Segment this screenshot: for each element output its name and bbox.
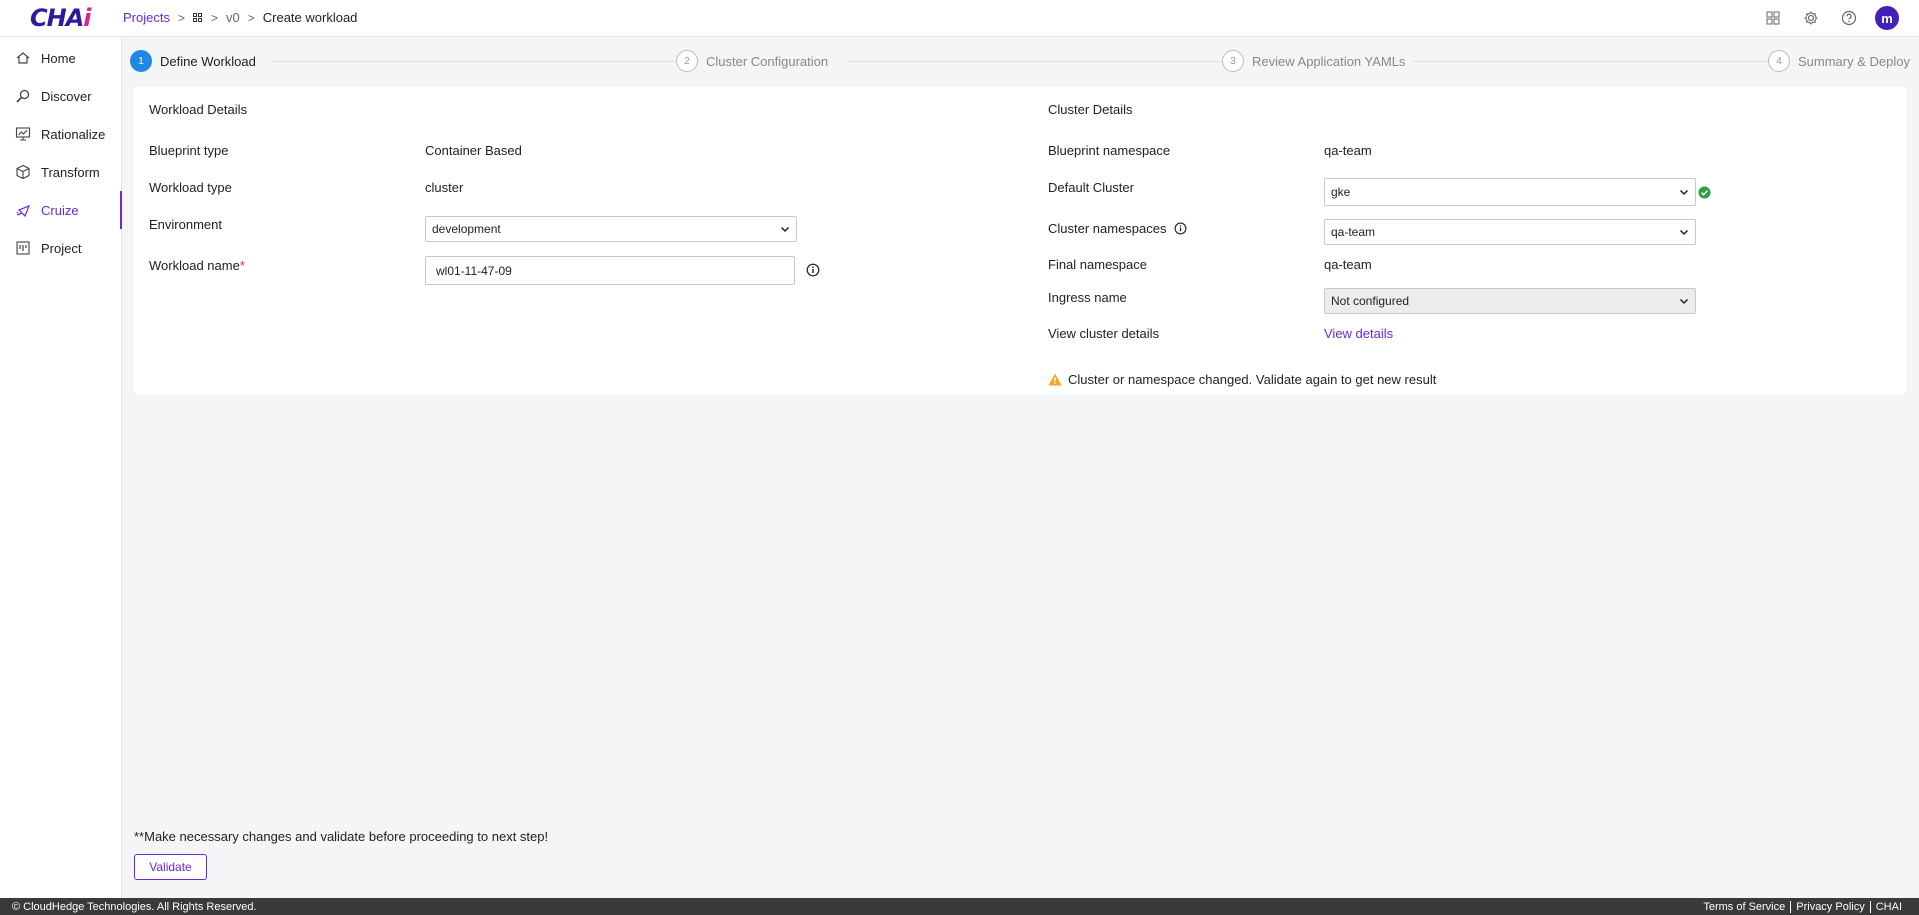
workload-name-input[interactable]: wl01-11-47-09 xyxy=(425,256,795,285)
step-number: 2 xyxy=(676,50,698,72)
sidebar-item-label: Project xyxy=(41,240,82,256)
sidebar: Home Discover Rationalize Transform Crui… xyxy=(0,37,122,898)
cluster-details-title: Cluster Details xyxy=(1048,102,1133,117)
validate-button[interactable]: Validate xyxy=(134,854,207,880)
chai-logo[interactable]: CHAi xyxy=(30,4,92,32)
grid-icon[interactable] xyxy=(192,12,203,23)
terms-of-service-link[interactable]: Terms of Service xyxy=(1698,901,1790,913)
apps-grid-icon[interactable] xyxy=(1761,6,1785,30)
chevron-down-icon xyxy=(1679,229,1689,236)
default-cluster-value: gke xyxy=(1331,185,1351,199)
ingress-name-select[interactable]: Not configured xyxy=(1324,288,1696,314)
cluster-namespaces-label: Cluster namespaces xyxy=(1048,221,1167,236)
check-circle-icon xyxy=(1698,186,1711,199)
workload-details-title: Workload Details xyxy=(149,102,248,117)
workload-card: Workload Details Blueprint type Containe… xyxy=(134,87,1906,394)
warning-icon xyxy=(1048,373,1062,386)
info-icon[interactable] xyxy=(1174,222,1187,235)
footer-copyright: © CloudHedge Technologies. All Rights Re… xyxy=(12,901,257,913)
step-number: 3 xyxy=(1222,50,1244,72)
workload-type-label: Workload type xyxy=(149,180,232,195)
user-avatar[interactable]: m xyxy=(1875,6,1899,30)
gear-icon[interactable] xyxy=(1799,6,1823,30)
environment-select-value: development xyxy=(432,222,501,236)
help-icon[interactable] xyxy=(1837,6,1861,30)
footer: © CloudHedge Technologies. All Rights Re… xyxy=(0,898,1919,915)
transform-icon xyxy=(16,164,30,180)
chevron-down-icon xyxy=(1679,298,1689,305)
sidebar-item-home[interactable]: Home xyxy=(0,39,121,77)
environment-select[interactable]: development xyxy=(425,216,797,242)
sidebar-item-label: Rationalize xyxy=(41,126,106,142)
chevron-down-icon xyxy=(780,226,790,233)
validation-warning: Cluster or namespace changed. Validate a… xyxy=(1048,372,1436,387)
breadcrumb: Projects > > v0 > Create workload xyxy=(123,10,357,25)
breadcrumb-separator: > xyxy=(247,10,255,25)
view-details-link[interactable]: View details xyxy=(1324,326,1393,341)
view-cluster-details-label: View cluster details xyxy=(1048,326,1160,341)
final-namespace-value: qa-team xyxy=(1324,257,1372,272)
step-review-yamls[interactable]: 3 Review Application YAMLs xyxy=(1222,50,1414,72)
breadcrumb-separator: > xyxy=(210,10,218,25)
validation-warning-text: Cluster or namespace changed. Validate a… xyxy=(1068,372,1437,387)
workload-type-value: cluster xyxy=(425,180,464,195)
rationalize-icon xyxy=(15,127,31,141)
step-summary-deploy[interactable]: 4 Summary & Deploy xyxy=(1768,50,1910,72)
workload-name-label: Workload name* xyxy=(149,258,245,273)
ingress-name-label: Ingress name xyxy=(1048,290,1127,305)
blueprint-type-label: Blueprint type xyxy=(149,143,229,158)
blueprint-namespace-label: Blueprint namespace xyxy=(1048,143,1171,158)
validation-note: **Make necessary changes and validate be… xyxy=(134,829,549,844)
step-label: Define Workload xyxy=(160,53,256,69)
sidebar-item-label: Home xyxy=(41,50,76,66)
ingress-name-value: Not configured xyxy=(1331,294,1410,308)
breadcrumb-version[interactable]: v0 xyxy=(226,10,240,25)
privacy-policy-link[interactable]: Privacy Policy xyxy=(1790,901,1869,913)
sidebar-item-discover[interactable]: Discover xyxy=(0,77,121,115)
cluster-namespaces-value: qa-team xyxy=(1331,225,1376,239)
blueprint-namespace-value: qa-team xyxy=(1324,143,1372,158)
step-label: Cluster Configuration xyxy=(706,53,829,69)
breadcrumb-separator: > xyxy=(177,10,185,25)
sidebar-item-project[interactable]: Project xyxy=(0,229,121,267)
sidebar-item-rationalize[interactable]: Rationalize xyxy=(0,115,121,153)
workload-name-value: wl01-11-47-09 xyxy=(436,263,512,278)
sidebar-item-transform[interactable]: Transform xyxy=(0,153,121,191)
stepper: 1 Define Workload 2 Cluster Configuratio… xyxy=(130,50,1919,72)
top-bar: CHAi Projects > > v0 > Create workload m xyxy=(0,0,1919,37)
final-namespace-label: Final namespace xyxy=(1048,257,1147,272)
home-icon xyxy=(16,52,30,64)
step-number: 4 xyxy=(1768,50,1790,72)
cruize-icon xyxy=(16,204,31,218)
default-cluster-label: Default Cluster xyxy=(1048,180,1134,195)
cluster-namespaces-select[interactable]: qa-team xyxy=(1324,219,1696,245)
step-cluster-configuration[interactable]: 2 Cluster Configuration xyxy=(676,50,837,72)
blueprint-type-value: Container Based xyxy=(425,143,522,158)
sidebar-item-cruize[interactable]: Cruize xyxy=(0,191,122,229)
chevron-down-icon xyxy=(1679,189,1689,196)
footer-brand: CHAI xyxy=(1869,901,1907,913)
sidebar-item-label: Discover xyxy=(41,88,92,104)
step-number: 1 xyxy=(130,50,152,72)
step-label: Review Application YAMLs xyxy=(1252,53,1406,69)
project-icon xyxy=(16,241,30,255)
sidebar-item-label: Transform xyxy=(41,164,100,180)
environment-label: Environment xyxy=(149,217,222,232)
info-icon[interactable] xyxy=(806,263,820,277)
breadcrumb-projects-link[interactable]: Projects xyxy=(123,10,170,25)
sidebar-item-label: Cruize xyxy=(41,202,79,218)
discover-icon xyxy=(16,89,30,103)
default-cluster-select[interactable]: gke xyxy=(1324,178,1696,206)
step-define-workload[interactable]: 1 Define Workload xyxy=(130,50,264,72)
step-label: Summary & Deploy xyxy=(1798,53,1910,69)
breadcrumb-current: Create workload xyxy=(262,10,358,25)
